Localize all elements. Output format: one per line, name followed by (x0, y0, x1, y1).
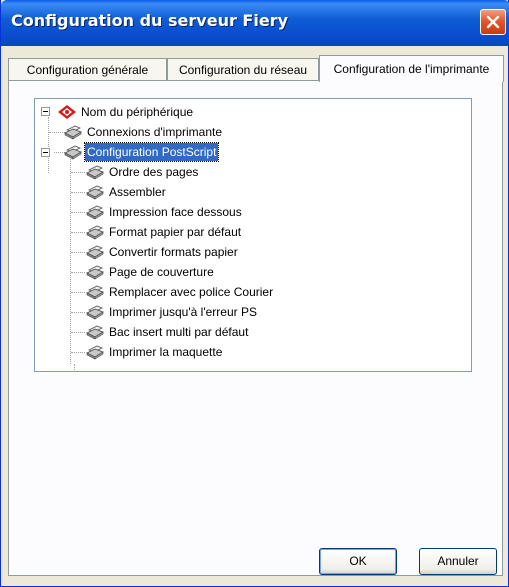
printer-icon (86, 285, 104, 300)
tree-connector (74, 364, 75, 371)
tree-child-label: Page de couverture (109, 265, 214, 279)
collapse-icon[interactable] (41, 107, 50, 116)
printer-icon (86, 185, 104, 200)
tab-network-label: Configuration du réseau (178, 63, 308, 77)
tree-connector (71, 352, 85, 353)
tree-child-label: Format papier par défaut (109, 225, 242, 239)
tree-connector (71, 272, 85, 273)
printer-icon (86, 205, 104, 220)
tree-child-label: Imprimer jusqu'à l'erreur PS (109, 305, 257, 319)
printer-icon (86, 165, 104, 180)
tree-connector (70, 159, 71, 364)
tab-printer[interactable]: Configuration de l'imprimante (319, 55, 504, 82)
tree-root-label: Nom du périphérique (81, 105, 194, 119)
ok-button[interactable]: OK (319, 548, 397, 575)
tree-connector (71, 232, 85, 233)
tree-connector (71, 252, 85, 253)
window-title: Configuration du serveur Fiery (11, 11, 288, 30)
tree-item-label: Connexions d'imprimante (87, 125, 223, 139)
tab-general-label: Configuration générale (26, 63, 149, 77)
cancel-button[interactable]: Annuler (419, 548, 497, 575)
tree-child-label: Assembler (109, 185, 166, 199)
tree-item-label: Configuration PostScript (83, 142, 220, 162)
tree-connector (71, 172, 85, 173)
tab-printer-label: Configuration de l'imprimante (333, 62, 490, 76)
collapse-icon[interactable] (41, 148, 50, 157)
tree-child-label: Imprimer la maquette (109, 345, 223, 359)
tree-child-label: Remplacer avec police Courier (109, 285, 274, 299)
tree-child-label: Bac insert multi par défaut (109, 325, 249, 339)
printer-icon (86, 225, 104, 240)
fiery-icon (58, 105, 76, 119)
settings-tree[interactable]: Nom du périphérique Connexions d'imprima… (34, 98, 472, 372)
printer-icon (64, 145, 82, 160)
tree-child-label: Impression face dessous (109, 205, 242, 219)
tree-child-label: Convertir formats papier (109, 245, 238, 259)
tab-general[interactable]: Configuration générale (8, 58, 167, 80)
dialog-window: Configuration du serveur Fiery Configura… (0, 0, 509, 587)
tree-connector (48, 117, 49, 173)
tree-connector (71, 212, 85, 213)
printer-icon (86, 325, 104, 340)
tree-connector (71, 312, 85, 313)
tab-network[interactable]: Configuration du réseau (167, 58, 319, 80)
printer-icon (86, 265, 104, 280)
close-button[interactable] (480, 9, 506, 35)
tree-connector (71, 292, 85, 293)
title-bar[interactable]: Configuration du serveur Fiery (1, 0, 509, 46)
tree-child-label: Ordre des pages (109, 165, 199, 179)
printer-icon (86, 305, 104, 320)
printer-icon (64, 125, 82, 140)
tree-connector (71, 192, 85, 193)
tree-connector (71, 332, 85, 333)
close-icon (486, 15, 500, 29)
printer-icon (86, 245, 104, 260)
printer-icon (86, 345, 104, 360)
